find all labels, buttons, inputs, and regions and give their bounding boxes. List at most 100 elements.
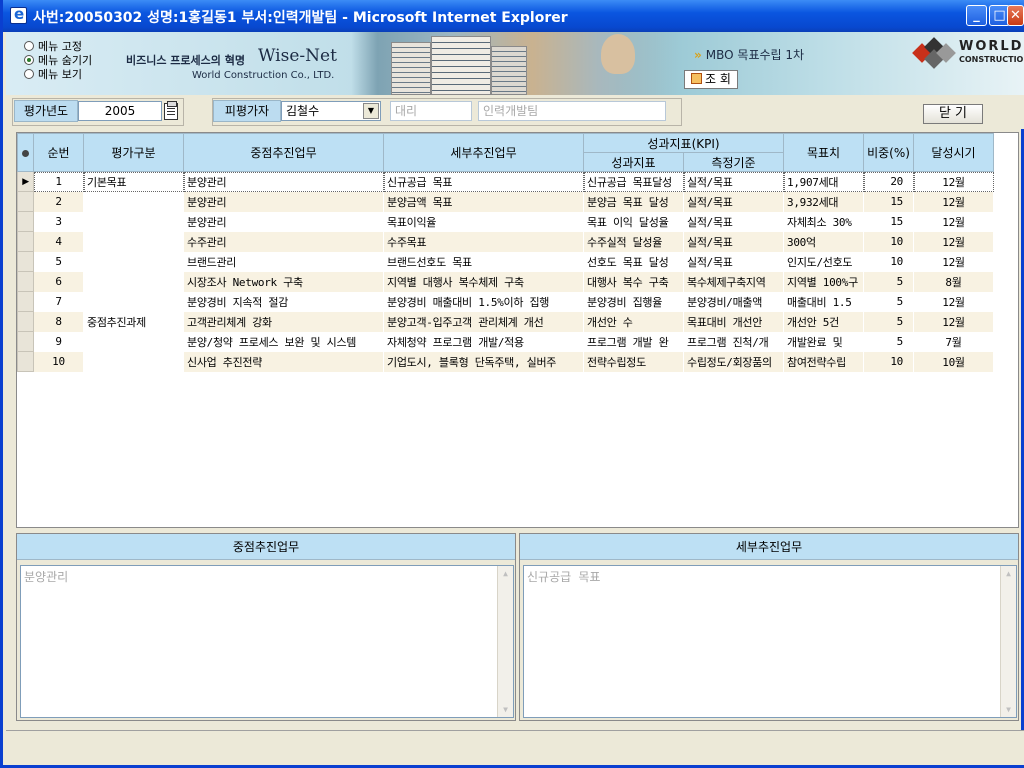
cell-weight[interactable]: 5 — [863, 311, 914, 332]
cell-main-task[interactable]: 분양경비 지속적 절감 — [184, 292, 384, 312]
cell-seq[interactable]: 6 — [33, 271, 84, 292]
cell-target[interactable]: 1,907세대 — [783, 171, 864, 192]
cell-kpi-criteria[interactable]: 목표대비 개선안 — [683, 311, 784, 332]
cell-seq[interactable]: 4 — [33, 231, 84, 252]
cell-target[interactable]: 지역별 100%구 — [783, 271, 864, 292]
col-detail-task[interactable]: 세부추진업무 — [383, 133, 584, 172]
col-seq[interactable]: 순번 — [33, 133, 84, 172]
scroll-down-icon[interactable]: ▼ — [1001, 702, 1016, 717]
scroll-up-icon[interactable]: ▲ — [498, 566, 513, 581]
row-selector[interactable] — [17, 191, 34, 212]
cell-detail-task[interactable]: 분양금액 목표 — [383, 191, 584, 212]
table-row[interactable]: 2 분양관리 분양금액 목표 분양금 목표 달성 실적/목표 3,932세대 15 12월 — [17, 191, 994, 272]
table-row[interactable]: ▶ 1 기본목표 분양관리 신규공급 목표 신규공급 목표달성 실적/목표 1,907세대 20… — [17, 171, 994, 192]
cell-period[interactable]: 12월 — [913, 231, 994, 252]
cell-period[interactable]: 10월 — [913, 351, 994, 372]
row-selector[interactable] — [17, 211, 34, 232]
cell-period[interactable]: 12월 — [913, 191, 994, 212]
cell-main-task[interactable]: 분양/청약 프로세스 보완 및 시스템 — [184, 332, 384, 352]
cell-detail-task[interactable]: 신규공급 목표 — [383, 171, 584, 192]
cell-weight[interactable]: 10 — [863, 231, 914, 252]
cell-detail-task[interactable]: 목표이익율 — [384, 212, 584, 232]
cell-main-task[interactable]: 분양관리 — [183, 191, 384, 212]
row-selector[interactable] — [17, 231, 34, 252]
close-icon[interactable]: ✕ — [1007, 5, 1024, 26]
cell-period[interactable]: 12월 — [913, 311, 994, 332]
col-main-task[interactable]: 중점추진업무 — [183, 133, 384, 172]
cell-target[interactable]: 개발완료 및 — [784, 332, 864, 352]
cell-detail-task[interactable]: 지역별 대행사 복수체제 구축 — [383, 271, 584, 292]
cell-seq[interactable]: 2 — [33, 191, 84, 212]
close-button[interactable]: 닫 기 — [923, 104, 983, 124]
cell-period[interactable]: 7월 — [914, 332, 994, 352]
cell-period[interactable]: 8월 — [913, 271, 994, 292]
cell-weight[interactable]: 10 — [863, 351, 914, 372]
row-selector[interactable] — [17, 251, 34, 272]
col-weight[interactable]: 비중(%) — [863, 133, 914, 172]
cell-kpi-indicator[interactable]: 프로그램 개발 완 — [584, 332, 684, 352]
cell-weight[interactable]: 10 — [864, 252, 914, 272]
row-selector[interactable] — [17, 271, 34, 292]
cell-kpi-criteria[interactable]: 실적/목표 — [684, 252, 784, 272]
table-row[interactable]: 6 중점추진과제 시장조사 Network 구축 지역별 대행사 복수체제 구축 대행사… — [17, 271, 994, 372]
cell-target[interactable]: 3,932세대 — [783, 191, 864, 212]
row-selector[interactable] — [17, 331, 34, 352]
cell-seq[interactable]: 10 — [33, 351, 84, 372]
col-kpi-criteria[interactable]: 측정기준 — [683, 152, 784, 172]
cell-kpi-criteria[interactable]: 복수체제구축지역 — [683, 271, 784, 292]
cell-category[interactable] — [83, 191, 184, 272]
col-period[interactable]: 달성시기 — [913, 133, 994, 172]
cell-period[interactable]: 12월 — [913, 171, 994, 192]
cell-kpi-indicator[interactable]: 수주실적 달성율 — [583, 231, 684, 252]
cell-seq[interactable]: 1 — [33, 171, 84, 192]
cell-kpi-indicator[interactable]: 개선안 수 — [583, 311, 684, 332]
cell-target[interactable]: 300억 — [783, 231, 864, 252]
cell-main-task[interactable]: 시장조사 Network 구축 — [183, 271, 384, 292]
cell-kpi-indicator[interactable]: 분양금 목표 달성 — [583, 191, 684, 212]
cell-kpi-criteria[interactable]: 프로그램 진척/개 — [684, 332, 784, 352]
cell-kpi-indicator[interactable]: 전략수립정도 — [583, 351, 684, 372]
cell-seq[interactable]: 3 — [34, 212, 84, 232]
cell-category[interactable]: 기본목표 — [83, 171, 184, 192]
cell-main-task[interactable]: 수주관리 — [183, 231, 384, 252]
cell-weight[interactable]: 5 — [863, 271, 914, 292]
col-target[interactable]: 목표치 — [783, 133, 864, 172]
row-selector[interactable] — [17, 351, 34, 372]
scrollbar[interactable]: ▲ ▼ — [497, 566, 513, 717]
search-button[interactable]: 조 회 — [684, 70, 738, 89]
cell-kpi-criteria[interactable]: 실적/목표 — [684, 212, 784, 232]
cell-seq[interactable]: 9 — [34, 332, 84, 352]
cell-main-task[interactable]: 분양관리 — [184, 212, 384, 232]
cell-main-task[interactable]: 브랜드관리 — [184, 252, 384, 272]
cell-weight[interactable]: 5 — [864, 292, 914, 312]
cell-kpi-criteria[interactable]: 실적/목표 — [683, 231, 784, 252]
cell-detail-task[interactable]: 분양고객-입주고객 관리체계 개선 — [383, 311, 584, 332]
cell-weight[interactable]: 15 — [863, 191, 914, 212]
current-row-icon[interactable]: ▶ — [17, 171, 34, 192]
cell-weight[interactable]: 20 — [863, 171, 914, 192]
col-kpi-indicator[interactable]: 성과지표 — [583, 152, 684, 172]
cell-target[interactable]: 인지도/선호도 — [784, 252, 864, 272]
menu-show-radio[interactable]: 메뉴 보기 — [24, 66, 82, 82]
cell-kpi-criteria[interactable]: 수립정도/회장품의 — [683, 351, 784, 372]
detail-task-textarea[interactable]: 신규공급 목표 ▲ ▼ — [523, 565, 1017, 718]
cell-target[interactable]: 개선안 5건 — [783, 311, 864, 332]
cell-kpi-indicator[interactable]: 분양경비 집행율 — [584, 292, 684, 312]
minimize-icon[interactable]: _ — [966, 5, 987, 26]
cell-weight[interactable]: 5 — [864, 332, 914, 352]
cell-detail-task[interactable]: 자체청약 프로그램 개발/적용 — [384, 332, 584, 352]
cell-target[interactable]: 매출대비 1.5 — [784, 292, 864, 312]
cell-detail-task[interactable]: 수주목표 — [383, 231, 584, 252]
cell-kpi-criteria[interactable]: 실적/목표 — [683, 171, 784, 192]
cell-main-task[interactable]: 분양관리 — [183, 171, 384, 192]
cell-kpi-indicator[interactable]: 대행사 복수 구축 — [583, 271, 684, 292]
cell-target[interactable]: 자체최소 30% — [784, 212, 864, 232]
cell-kpi-criteria[interactable]: 분양경비/매출액 — [684, 292, 784, 312]
cell-seq[interactable]: 8 — [33, 311, 84, 332]
cell-seq[interactable]: 5 — [34, 252, 84, 272]
cell-detail-task[interactable]: 브랜드선호도 목표 — [384, 252, 584, 272]
cell-weight[interactable]: 15 — [864, 212, 914, 232]
cell-detail-task[interactable]: 분양경비 매출대비 1.5%이하 집행 — [384, 292, 584, 312]
cell-kpi-criteria[interactable]: 실적/목표 — [683, 191, 784, 212]
row-selector[interactable] — [17, 311, 34, 332]
